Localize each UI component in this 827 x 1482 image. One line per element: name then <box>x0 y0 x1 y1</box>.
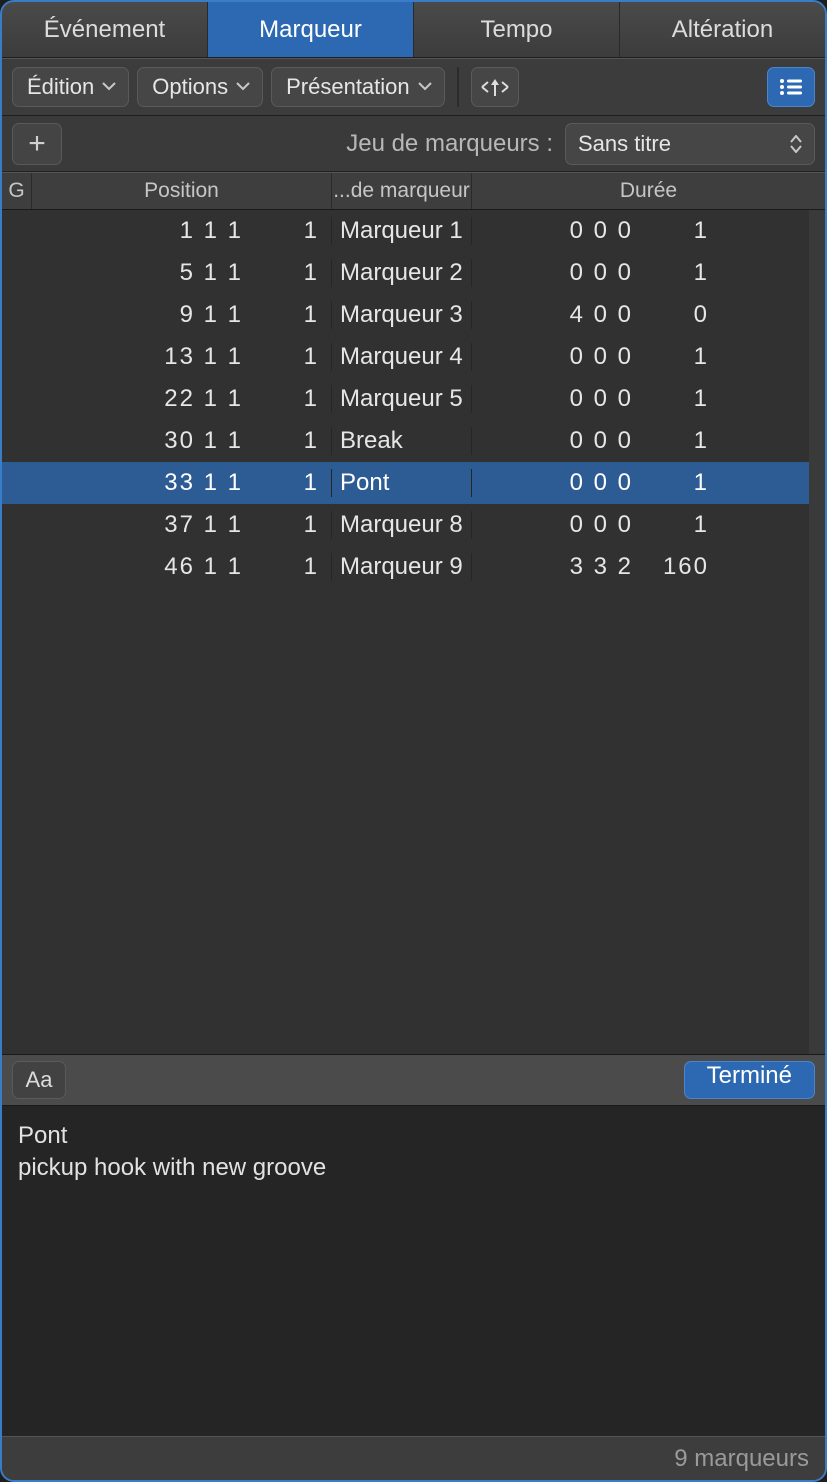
text-style-label: Aa <box>26 1067 53 1093</box>
column-g[interactable]: G <box>2 173 32 209</box>
table-row[interactable]: 1 1 11Marqueur 10 0 01 <box>2 210 809 252</box>
marker-notes-title: Pont <box>18 1120 809 1152</box>
row-duration[interactable]: 0 0 01 <box>472 511 809 539</box>
marker-set-value: Sans titre <box>578 131 671 157</box>
list-view-button[interactable] <box>767 67 815 107</box>
tab-tempo[interactable]: Tempo <box>414 2 620 57</box>
row-position[interactable]: 9 1 11 <box>32 301 332 329</box>
table-row[interactable]: 33 1 11Pont0 0 01 <box>2 462 809 504</box>
row-marker-name[interactable]: Marqueur 4 <box>332 343 472 371</box>
done-button-label: Terminé <box>707 1062 792 1089</box>
table-row[interactable]: 22 1 11Marqueur 50 0 01 <box>2 378 809 420</box>
tab-marqueur[interactable]: Marqueur <box>208 2 414 57</box>
row-position[interactable]: 46 1 11 <box>32 553 332 581</box>
table-row[interactable]: 30 1 11Break0 0 01 <box>2 420 809 462</box>
column-header: G Position ...de marqueur Durée <box>2 172 825 210</box>
add-marker-button[interactable]: + <box>12 123 62 165</box>
table-row[interactable]: 9 1 11Marqueur 34 0 00 <box>2 294 809 336</box>
tab-evenement[interactable]: Événement <box>2 2 208 57</box>
plus-icon: + <box>28 129 46 159</box>
row-marker-name[interactable]: Marqueur 5 <box>332 385 472 413</box>
column-position[interactable]: Position <box>32 173 332 209</box>
row-marker-name[interactable]: Marqueur 2 <box>332 259 472 287</box>
row-marker-name[interactable]: Marqueur 9 <box>332 553 472 581</box>
table-row[interactable]: 5 1 11Marqueur 20 0 01 <box>2 252 809 294</box>
presentation-menu[interactable]: Présentation <box>271 67 445 107</box>
marker-list-window: Événement Marqueur Tempo Altération Édit… <box>0 0 827 1482</box>
options-menu[interactable]: Options <box>137 67 263 107</box>
row-duration[interactable]: 0 0 01 <box>472 469 809 497</box>
marker-set-bar: + Jeu de marqueurs : Sans titre <box>2 116 825 172</box>
marker-table: 1 1 11Marqueur 10 0 015 1 11Marqueur 20 … <box>2 210 825 1054</box>
catch-playhead-button[interactable] <box>471 67 519 107</box>
table-row[interactable]: 13 1 11Marqueur 40 0 01 <box>2 336 809 378</box>
top-tabs: Événement Marqueur Tempo Altération <box>2 2 825 58</box>
row-position[interactable]: 5 1 11 <box>32 259 332 287</box>
list-icon <box>778 77 804 97</box>
row-duration[interactable]: 4 0 00 <box>472 301 809 329</box>
marker-set-select[interactable]: Sans titre <box>565 123 815 165</box>
table-row[interactable]: 46 1 11Marqueur 93 3 2160 <box>2 546 809 588</box>
toolbar: Édition Options Présentation <box>2 58 825 116</box>
toolbar-separator <box>457 67 459 107</box>
row-duration[interactable]: 0 0 01 <box>472 217 809 245</box>
row-marker-name[interactable]: Marqueur 3 <box>332 301 472 329</box>
tab-alteration[interactable]: Altération <box>620 2 825 57</box>
chevron-down-icon <box>236 81 248 93</box>
detail-toolbar: Aa Terminé <box>2 1054 825 1106</box>
status-bar: 9 marqueurs <box>2 1436 825 1480</box>
row-marker-name[interactable]: Marqueur 8 <box>332 511 472 539</box>
status-count: 9 marqueurs <box>674 1445 809 1473</box>
row-duration[interactable]: 0 0 01 <box>472 343 809 371</box>
row-marker-name[interactable]: Break <box>332 427 472 455</box>
row-position[interactable]: 33 1 11 <box>32 469 332 497</box>
text-style-button[interactable]: Aa <box>12 1061 66 1099</box>
row-position[interactable]: 22 1 11 <box>32 385 332 413</box>
row-duration[interactable]: 0 0 01 <box>472 385 809 413</box>
row-marker-name[interactable]: Pont <box>332 469 472 497</box>
column-marker-name[interactable]: ...de marqueur <box>332 173 472 209</box>
row-position[interactable]: 37 1 11 <box>32 511 332 539</box>
row-position[interactable]: 30 1 11 <box>32 427 332 455</box>
row-duration[interactable]: 0 0 01 <box>472 259 809 287</box>
options-menu-label: Options <box>152 74 228 100</box>
edition-menu[interactable]: Édition <box>12 67 129 107</box>
chevron-down-icon <box>102 81 114 93</box>
row-duration[interactable]: 3 3 2160 <box>472 553 809 581</box>
presentation-menu-label: Présentation <box>286 74 410 100</box>
marker-notes-area[interactable]: Pont pickup hook with new groove <box>2 1106 825 1436</box>
playhead-icon <box>480 76 510 98</box>
row-duration[interactable]: 0 0 01 <box>472 427 809 455</box>
table-row[interactable]: 37 1 11Marqueur 80 0 01 <box>2 504 809 546</box>
row-position[interactable]: 1 1 11 <box>32 217 332 245</box>
row-marker-name[interactable]: Marqueur 1 <box>332 217 472 245</box>
column-duration[interactable]: Durée <box>472 173 825 209</box>
marker-notes-body: pickup hook with new groove <box>18 1152 809 1184</box>
row-position[interactable]: 13 1 11 <box>32 343 332 371</box>
stepper-icon <box>790 135 802 153</box>
edition-menu-label: Édition <box>27 74 94 100</box>
marker-set-label: Jeu de marqueurs : <box>346 130 553 158</box>
chevron-down-icon <box>418 81 430 93</box>
done-button[interactable]: Terminé <box>684 1061 815 1099</box>
